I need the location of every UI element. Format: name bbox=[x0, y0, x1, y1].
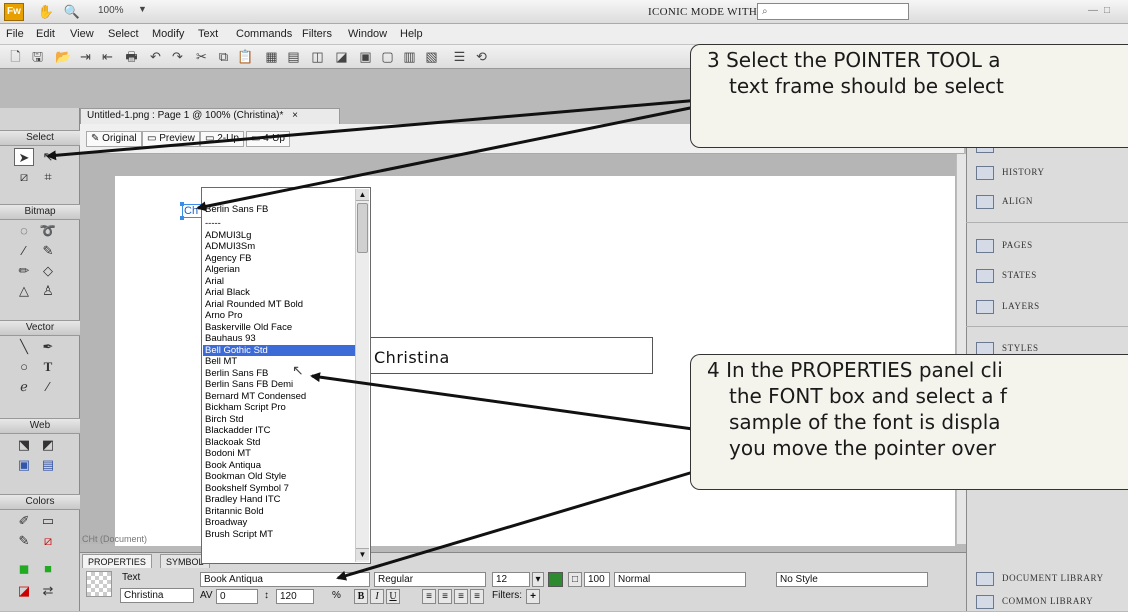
step4-callout: 4 In the PROPERTIES panel cli the FONT b… bbox=[690, 354, 1128, 490]
arrow-to-font-box bbox=[336, 468, 701, 581]
arrow-to-font-sample bbox=[310, 372, 701, 432]
arrow-to-pointer-tool bbox=[46, 98, 701, 161]
step3-callout: 3 Select the POINTER TOOL a text frame s… bbox=[690, 44, 1128, 148]
